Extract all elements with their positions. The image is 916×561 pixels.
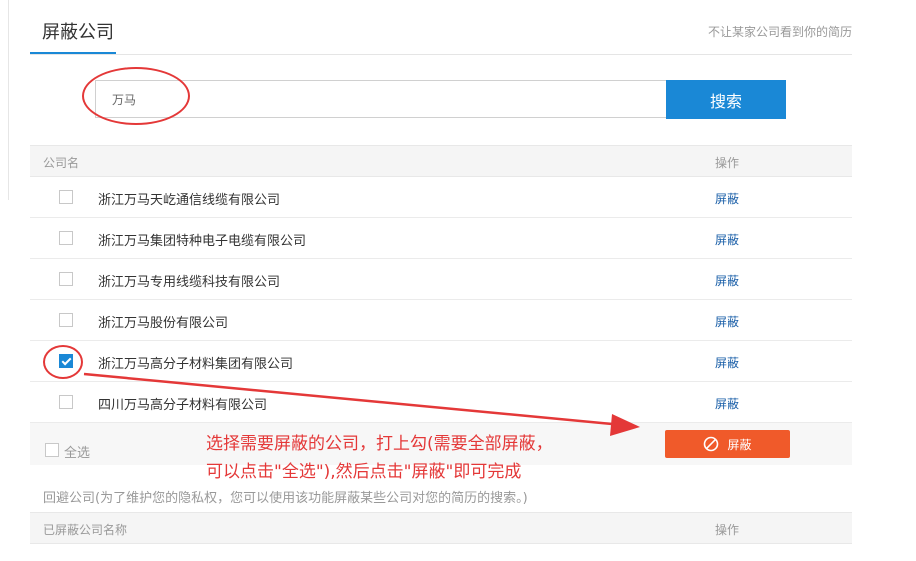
table-row: 四川万马高分子材料有限公司 屏蔽	[30, 382, 852, 423]
block-link[interactable]: 屏蔽	[715, 354, 739, 371]
column-header-op: 操作	[715, 156, 740, 170]
block-link[interactable]: 屏蔽	[715, 272, 739, 289]
company-name: 浙江万马股份有限公司	[98, 316, 229, 331]
annotation-line-2: 可以点击"全选"),然后点击"屏蔽"即可完成	[206, 462, 522, 482]
ban-icon	[704, 436, 719, 452]
select-all-label[interactable]: 全选	[64, 442, 90, 461]
tab-block-company[interactable]: 屏蔽公司	[30, 0, 116, 55]
tab-title: 屏蔽公司	[42, 22, 114, 43]
select-all-checkbox[interactable]	[45, 443, 59, 457]
table-row: 浙江万马高分子材料集团有限公司 屏蔽	[30, 341, 852, 382]
company-name: 四川万马高分子材料有限公司	[98, 398, 268, 413]
table-row: 浙江万马天屹通信线缆有限公司 屏蔽	[30, 177, 852, 218]
annotation-circle-search	[82, 67, 190, 125]
blocked-table-header: 已屏蔽公司名称 操作	[30, 512, 852, 544]
header-hint: 不让某家公司看到你的简历	[707, 25, 852, 39]
annotation-line-1: 选择需要屏蔽的公司，打上勾(需要全部屏蔽，	[206, 434, 553, 454]
column-header-name: 公司名	[43, 156, 80, 170]
company-name: 浙江万马高分子材料集团有限公司	[98, 357, 294, 372]
column-header-blocked-name: 已屏蔽公司名称	[43, 523, 128, 537]
table-header: 公司名 操作	[30, 145, 852, 177]
block-link[interactable]: 屏蔽	[715, 231, 739, 248]
row-checkbox[interactable]	[59, 272, 73, 286]
row-checkbox[interactable]	[59, 313, 73, 327]
company-name: 浙江万马专用线缆科技有限公司	[98, 275, 281, 290]
table-row: 浙江万马专用线缆科技有限公司 屏蔽	[30, 259, 852, 300]
search-button[interactable]: 搜索	[666, 80, 786, 119]
company-name: 浙江万马集团特种电子电缆有限公司	[98, 234, 307, 249]
block-link[interactable]: 屏蔽	[715, 395, 739, 412]
row-checkbox[interactable]	[59, 395, 73, 409]
annotation-circle-checkbox	[43, 345, 83, 379]
block-selected-button[interactable]: 屏蔽	[665, 430, 790, 458]
header-divider	[30, 54, 852, 55]
table-row: 浙江万马股份有限公司 屏蔽	[30, 300, 852, 341]
annotation-text: 选择需要屏蔽的公司，打上勾(需要全部屏蔽， 可以点击"全选"),然后点击"屏蔽"…	[206, 430, 626, 486]
company-name: 浙江万马天屹通信线缆有限公司	[98, 193, 281, 208]
table-row: 浙江万马集团特种电子电缆有限公司 屏蔽	[30, 218, 852, 259]
row-checkbox[interactable]	[59, 231, 73, 245]
row-checkbox[interactable]	[59, 190, 73, 204]
block-link[interactable]: 屏蔽	[715, 313, 739, 330]
block-link[interactable]: 屏蔽	[715, 190, 739, 207]
left-panel-edge	[0, 0, 9, 200]
column-header-blocked-op: 操作	[715, 523, 740, 537]
avoid-company-description: 回避公司(为了维护您的隐私权，您可以使用该功能屏蔽某些公司对您的简历的搜索。)	[43, 491, 528, 506]
block-button-label: 屏蔽	[727, 437, 752, 452]
